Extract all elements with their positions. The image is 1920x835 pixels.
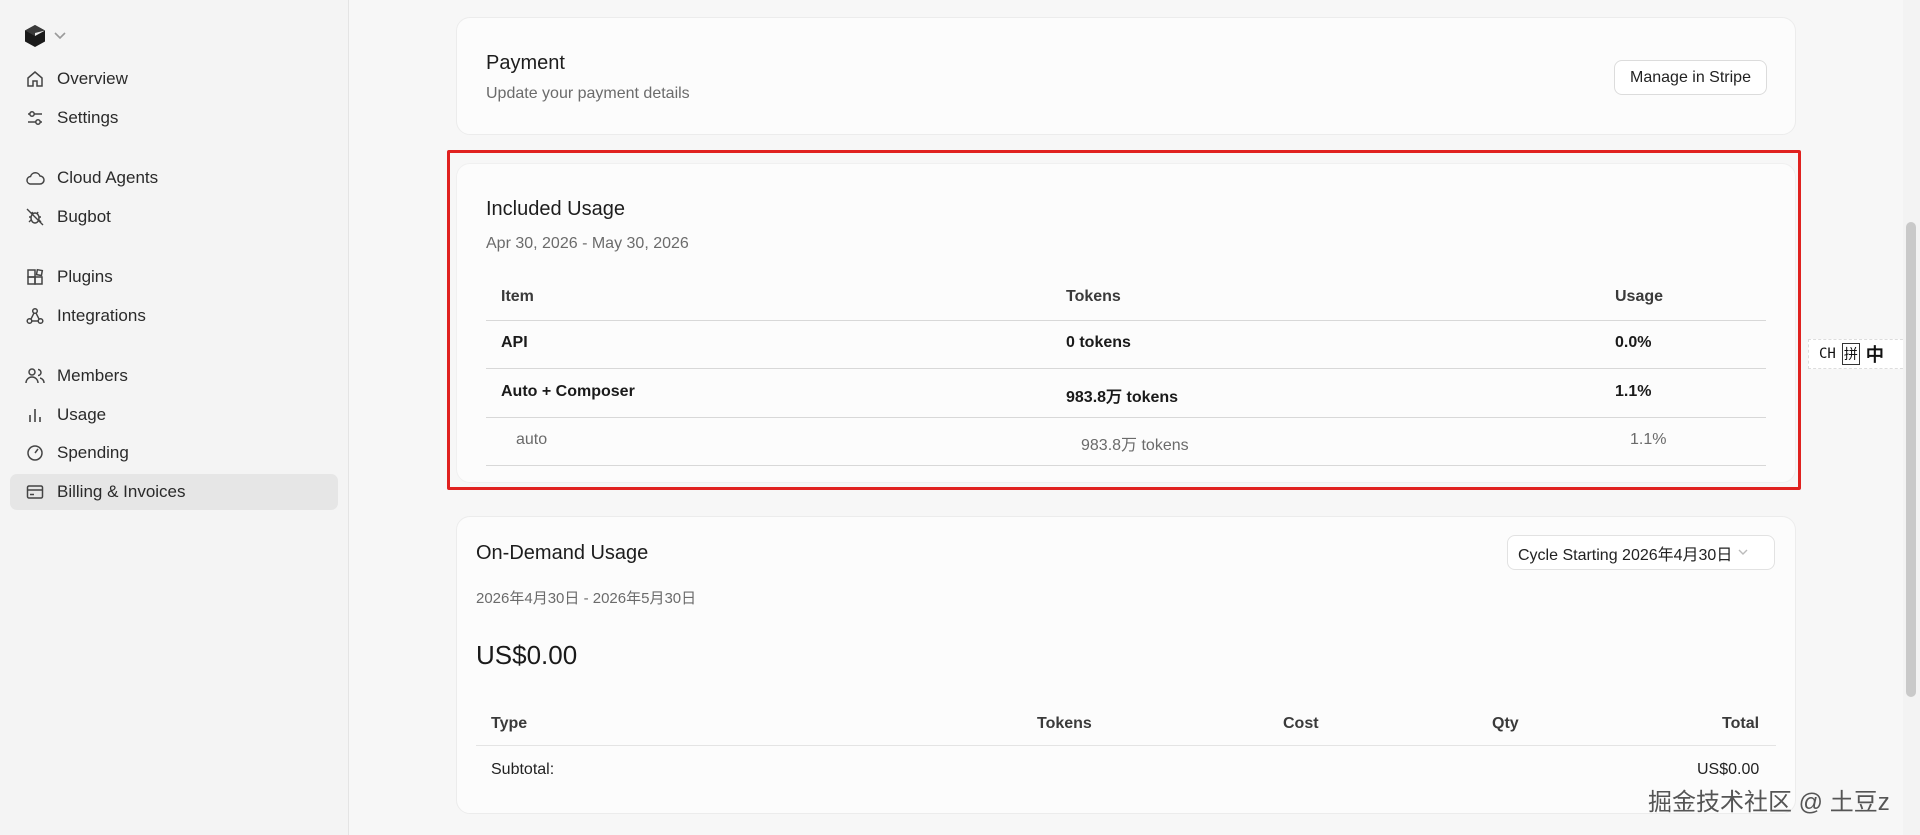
watermark: 掘金技术社区 @ 土豆z	[1648, 789, 1890, 816]
sidebar-item-integrations[interactable]: Integrations	[10, 298, 338, 334]
sidebar-item-label: Integrations	[57, 306, 146, 325]
sidebar-item-settings[interactable]: Settings	[10, 100, 338, 136]
cycle-select-value: Cycle Starting 2026年4月30日	[1518, 546, 1733, 564]
cycle-select[interactable]: Cycle Starting 2026年4月30日	[1507, 535, 1775, 570]
bug-icon	[24, 206, 46, 228]
ime-zh: 中	[1865, 345, 1884, 365]
chevron-down-icon	[54, 32, 66, 40]
column-header-total: Total	[1722, 715, 1760, 732]
ime-mode: CH	[1819, 346, 1836, 362]
sidebar-item-label: Cloud Agents	[57, 168, 159, 187]
payment-card: Payment Update your payment details Mana…	[456, 17, 1796, 135]
chevron-down-icon	[1738, 549, 1748, 555]
sidebar-item-label: Plugins	[57, 267, 113, 286]
sidebar-item-label: Spending	[57, 443, 129, 462]
column-header-type: Type	[491, 715, 528, 732]
sidebar-item-spending[interactable]: Spending	[10, 435, 338, 471]
highlight-box	[447, 150, 1801, 490]
scrollbar-thumb[interactable]	[1906, 222, 1916, 697]
ime-pinyin: 拼	[1841, 343, 1860, 365]
column-header-tokens: Tokens	[1037, 715, 1092, 732]
card-icon	[24, 481, 46, 503]
plugin-icon	[24, 266, 46, 288]
sidebar-item-overview[interactable]: Overview	[10, 61, 338, 97]
sidebar-item-label: Billing & Invoices	[57, 482, 186, 501]
sidebar-item-cloud-agents[interactable]: Cloud Agents	[10, 160, 338, 196]
sidebar-item-label: Overview	[57, 69, 128, 88]
sidebar-item-plugins[interactable]: Plugins	[10, 259, 338, 295]
ime-indicator[interactable]: CH 拼 中	[1808, 339, 1908, 369]
sidebar: Overview Settings Cloud Agents Bugbot Pl…	[0, 0, 349, 835]
gauge-icon	[24, 442, 46, 464]
subtotal-label: Subtotal:	[491, 761, 555, 778]
divider	[476, 745, 1776, 746]
payment-subtitle: Update your payment details	[486, 85, 690, 102]
sidebar-item-label: Settings	[57, 108, 119, 127]
sidebar-item-label: Usage	[57, 405, 107, 424]
column-header-cost: Cost	[1283, 715, 1319, 732]
sidebar-item-members[interactable]: Members	[10, 358, 338, 394]
payment-title: Payment	[486, 52, 565, 74]
sidebar-item-label: Members	[57, 366, 128, 385]
workspace-switcher[interactable]	[24, 24, 66, 48]
on-demand-usage-title: On-Demand Usage	[476, 542, 649, 564]
sliders-icon	[24, 107, 46, 129]
subtotal-value: US$0.00	[1697, 761, 1760, 778]
manage-in-stripe-button[interactable]: Manage in Stripe	[1614, 60, 1767, 95]
column-header-qty: Qty	[1492, 715, 1519, 732]
members-icon	[24, 365, 46, 387]
on-demand-total: US$0.00	[476, 640, 578, 670]
bar-chart-icon	[24, 404, 46, 426]
on-demand-date-range: 2026年4月30日 - 2026年5月30日	[476, 590, 697, 607]
sidebar-item-label: Bugbot	[57, 207, 111, 226]
cube-logo-icon	[25, 25, 45, 47]
home-icon	[24, 68, 46, 90]
sidebar-item-billing-invoices[interactable]: Billing & Invoices	[10, 474, 338, 510]
cloud-icon	[24, 167, 46, 189]
sidebar-item-bugbot[interactable]: Bugbot	[10, 199, 338, 235]
sidebar-item-usage[interactable]: Usage	[10, 397, 338, 433]
integrations-icon	[24, 305, 46, 327]
